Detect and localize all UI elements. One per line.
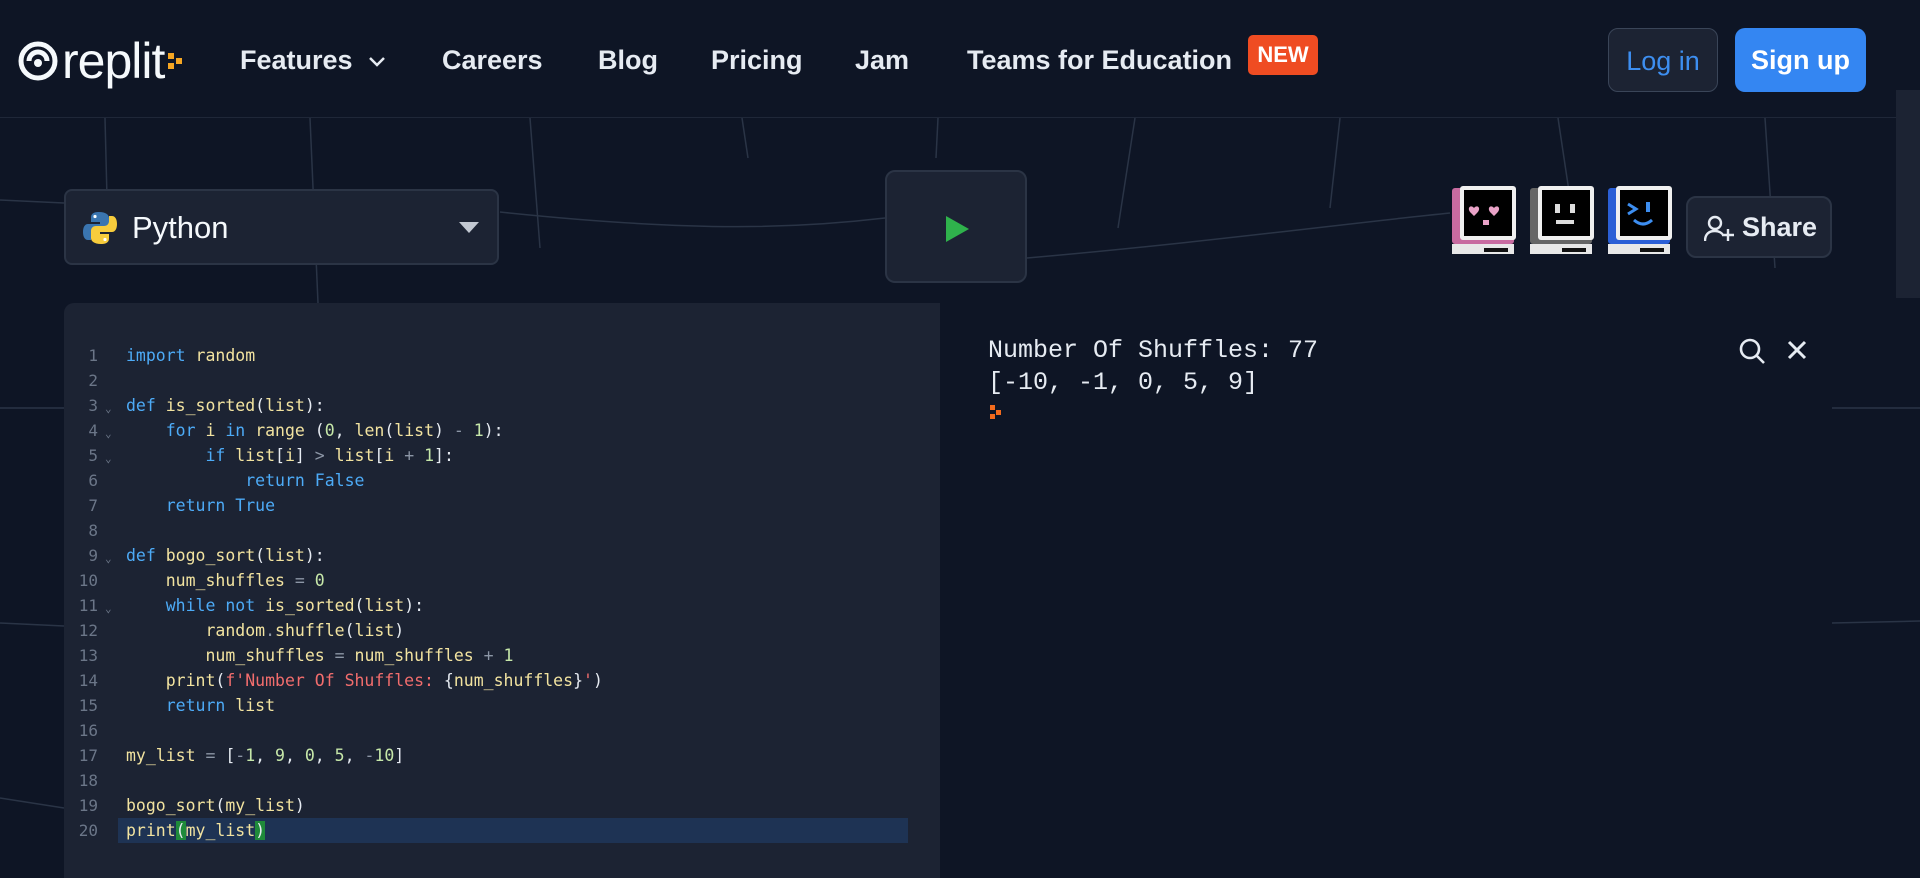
search-icon[interactable]: [1738, 337, 1766, 365]
chevron-down-icon: [369, 56, 385, 67]
code-line[interactable]: 1 import random: [64, 343, 940, 368]
console-output: Number Of Shuffles: 77 [-10, -1, 0, 5, 9]: [988, 335, 1318, 399]
play-icon: [946, 216, 969, 242]
line-number: 20: [78, 821, 98, 840]
line-number: 15: [78, 696, 98, 715]
add-user-icon: [1704, 215, 1734, 242]
avatar-heart-eyes-icon[interactable]: [1450, 186, 1518, 258]
line-number: 10: [78, 571, 98, 590]
line-number: 2: [88, 371, 98, 390]
code-text: return list: [165, 696, 276, 715]
line-number: 17: [78, 746, 98, 765]
code-line[interactable]: 16: [64, 718, 940, 743]
code-editor[interactable]: 1 import random 2 3 ⌄ def is_sorted(list): …: [64, 303, 940, 878]
line-number: 12: [78, 621, 98, 640]
line-number: 16: [78, 721, 98, 740]
code-line[interactable]: 15 return list: [64, 693, 940, 718]
python-icon: [83, 212, 117, 244]
line-number: 11: [78, 596, 98, 615]
language-label: Python: [132, 210, 229, 245]
code-line-active[interactable]: 20 print(my_list): [64, 818, 940, 843]
nav-features[interactable]: Features: [240, 40, 386, 80]
logo-mark-icon: [168, 53, 183, 69]
line-number: 8: [88, 521, 98, 540]
code-line[interactable]: 18: [64, 768, 940, 793]
code-line[interactable]: 17 my_list = [-1, 9, 0, 5, -10]: [64, 743, 940, 768]
line-number: 9: [88, 546, 98, 565]
code-line[interactable]: 2: [64, 368, 940, 393]
line-number: 6: [88, 471, 98, 490]
code-line[interactable]: 19 bogo_sort(my_list): [64, 793, 940, 818]
code-lines: 1 import random 2 3 ⌄ def is_sorted(list): …: [64, 343, 940, 843]
code-text: print(my_list): [118, 818, 908, 843]
nav-blog[interactable]: Blog: [598, 40, 658, 80]
line-number: 14: [78, 671, 98, 690]
share-button[interactable]: Share: [1686, 196, 1832, 258]
nav-pricing[interactable]: Pricing: [711, 40, 803, 80]
login-button[interactable]: Log in: [1608, 28, 1718, 92]
code-text: num_shuffles = 0: [165, 571, 325, 590]
code-text: if list[i] > list[i + 1]:: [205, 446, 454, 465]
code-line[interactable]: 9 ⌄ def bogo_sort(list):: [64, 543, 940, 568]
code-text: def bogo_sort(list):: [126, 546, 325, 565]
code-text: return False: [245, 471, 365, 490]
line-number: 3: [88, 396, 98, 415]
code-text: random.shuffle(list): [205, 621, 405, 640]
close-icon[interactable]: [1786, 339, 1808, 361]
code-text: import random: [126, 346, 256, 365]
code-text: bogo_sort(my_list): [126, 796, 305, 815]
language-select[interactable]: Python: [64, 189, 499, 265]
avatar-neutral-icon[interactable]: [1528, 186, 1596, 258]
caret-down-icon: [459, 222, 479, 233]
code-line[interactable]: 11 ⌄ while not is_sorted(list):: [64, 593, 940, 618]
logo-text: replit: [62, 33, 165, 89]
code-text: print(f'Number Of Shuffles: {num_shuffle…: [165, 671, 603, 690]
avatar-prompt-icon[interactable]: [1606, 186, 1674, 258]
code-text: my_list = [-1, 9, 0, 5, -10]: [126, 746, 405, 765]
nav-teams-for-education[interactable]: Teams for Education: [967, 40, 1232, 80]
code-line[interactable]: 4 ⌄ for i in range (0, len(list) - 1):: [64, 418, 940, 443]
code-line[interactable]: 10 num_shuffles = 0: [64, 568, 940, 593]
line-number: 7: [88, 496, 98, 515]
code-text: return True: [165, 496, 276, 515]
code-text: def is_sorted(list):: [126, 396, 325, 415]
replit-logo[interactable]: replit: [18, 36, 184, 86]
nav-jam[interactable]: Jam: [855, 40, 909, 80]
code-line[interactable]: 12 random.shuffle(list): [64, 618, 940, 643]
share-label: Share: [1742, 212, 1818, 242]
code-line[interactable]: 13 num_shuffles = num_shuffles + 1: [64, 643, 940, 668]
code-text: for i in range (0, len(list) - 1):: [165, 421, 504, 440]
new-badge: NEW: [1248, 35, 1318, 75]
run-button[interactable]: [885, 170, 1027, 283]
signup-button[interactable]: Sign up: [1735, 28, 1866, 92]
nav-careers[interactable]: Careers: [442, 40, 543, 80]
collaborator-avatars: [1450, 186, 1674, 258]
console-line: [-10, -1, 0, 5, 9]: [988, 368, 1259, 397]
line-number: 13: [78, 646, 98, 665]
line-number: 18: [78, 771, 98, 790]
code-text: while not is_sorted(list):: [165, 596, 425, 615]
line-number: 19: [78, 796, 98, 815]
code-line[interactable]: 7 return True: [64, 493, 940, 518]
code-line[interactable]: 5 ⌄ if list[i] > list[i + 1]:: [64, 443, 940, 468]
console-panel[interactable]: Number Of Shuffles: 77 [-10, -1, 0, 5, 9]: [940, 303, 1832, 878]
console-line: Number Of Shuffles: 77: [988, 336, 1319, 365]
line-number: 4: [88, 421, 98, 440]
line-number: 1: [88, 346, 98, 365]
code-line[interactable]: 6 return False: [64, 468, 940, 493]
top-nav: replit Features Careers Blog Pricing Jam…: [0, 0, 1920, 118]
code-line[interactable]: 8: [64, 518, 940, 543]
code-line[interactable]: 3 ⌄ def is_sorted(list):: [64, 393, 940, 418]
replit-logo-icon: [18, 41, 58, 81]
page-scrollbar[interactable]: [1896, 90, 1920, 298]
code-line[interactable]: 14 print(f'Number Of Shuffles: {num_shuf…: [64, 668, 940, 693]
line-number: 5: [88, 446, 98, 465]
code-text: num_shuffles = num_shuffles + 1: [205, 646, 514, 665]
nav-features-label: Features: [240, 45, 353, 75]
console-cursor-icon: [990, 405, 1001, 419]
